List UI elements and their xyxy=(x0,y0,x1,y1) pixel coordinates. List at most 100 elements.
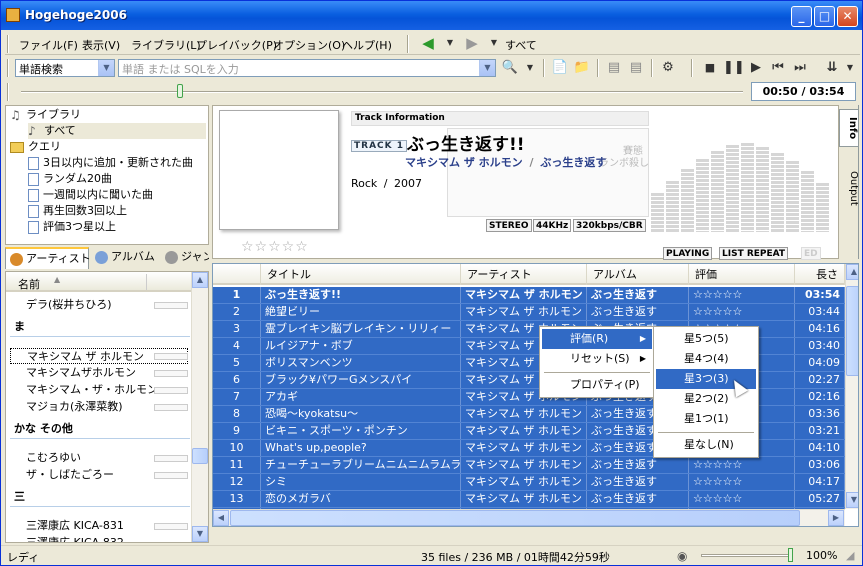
table-row[interactable]: 1 ぶっ生き返す!! マキシマム ザ ホルモン ぶっ生き返す ☆☆☆☆☆ 03:54 xyxy=(213,287,845,304)
list-item[interactable]: 三澤康広 KICA-832 xyxy=(26,535,124,542)
table-scrollbar[interactable]: ▲ ▼ xyxy=(845,264,858,509)
time-display: 00:50 / 03:54 xyxy=(751,82,856,101)
list-item[interactable]: マキシマム・ザ・ホルモン xyxy=(26,382,158,398)
menu-item-5-stars[interactable]: 星5つ(5) xyxy=(656,329,756,349)
column-rating[interactable]: 評価 xyxy=(689,264,795,285)
search-input[interactable]: 単語 または SQLを入力 ▼ xyxy=(118,59,496,77)
table-row[interactable]: 13 恋のメガラバ マキシマム ザ ホルモン ぶっ生き返す ☆☆☆☆☆ 05:27 xyxy=(213,491,845,508)
list-item[interactable]: 三澤康広 KICA-831 xyxy=(26,518,124,534)
tab-genre[interactable]: ジャンル xyxy=(161,247,209,269)
volume-icon[interactable]: ◉ xyxy=(677,549,687,563)
volume-slider[interactable] xyxy=(701,554,791,557)
volume-handle[interactable] xyxy=(788,548,793,562)
menu-item-rating[interactable]: 評価(R) ▶ xyxy=(542,329,652,349)
title-bar[interactable]: Hogehoge2006 _ □ ✕ xyxy=(1,1,862,30)
scroll-up-icon[interactable]: ▲ xyxy=(192,272,208,288)
search-dropdown-icon[interactable]: ▼ xyxy=(521,59,539,77)
column-number[interactable] xyxy=(213,264,261,285)
list-item[interactable]: こむろゆい xyxy=(26,450,81,466)
minimize-button[interactable]: _ xyxy=(791,6,812,27)
table-row[interactable]: 12 シミ マキシマム ザ ホルモン ぶっ生き返す ☆☆☆☆☆ 04:17 xyxy=(213,474,845,491)
chevron-down-icon[interactable]: ▼ xyxy=(479,60,495,76)
panel-icon[interactable]: ▤ xyxy=(605,59,623,77)
menu-library[interactable]: ライブラリ(L) xyxy=(131,37,201,53)
tree-query-item[interactable]: ランダム20曲 xyxy=(28,171,112,187)
menu-item-reset[interactable]: リセット(S) ▶ xyxy=(542,349,652,369)
column-title[interactable]: タイトル xyxy=(261,264,461,285)
scroll-up-icon[interactable]: ▲ xyxy=(846,264,858,280)
tree-library[interactable]: ♫ ライブラリ xyxy=(10,107,81,123)
previous-icon[interactable]: ⏮ xyxy=(769,59,787,77)
forward-dropdown-icon[interactable]: ▼ xyxy=(485,34,503,52)
table-row[interactable]: 2 絶望ビリー マキシマム ザ ホルモン ぶっ生き返す ☆☆☆☆☆ 03:44 xyxy=(213,304,845,321)
scroll-down-icon[interactable]: ▼ xyxy=(192,526,208,542)
scroll-down-icon[interactable]: ▼ xyxy=(846,492,858,508)
cell-artist: マキシマム ザ ホルモン xyxy=(461,457,587,473)
menu-item-1-star[interactable]: 星1つ(1) xyxy=(656,409,756,429)
menu-item-properties[interactable]: プロパティ(P) xyxy=(542,375,652,395)
maximize-button[interactable]: □ xyxy=(814,6,835,27)
cell-title: 恋のメガラバ xyxy=(261,491,461,507)
back-icon[interactable]: ◀ xyxy=(419,34,437,52)
list-item[interactable]: ザ・しばたごろー xyxy=(26,467,114,483)
sort-dropdown-icon[interactable]: ▼ xyxy=(841,59,859,77)
scroll-thumb[interactable] xyxy=(192,448,208,464)
tree-query[interactable]: クエリ xyxy=(10,139,61,155)
tab-info[interactable]: Info xyxy=(839,109,859,147)
tree-query-item[interactable]: 評価3つ星以上 xyxy=(28,219,116,235)
tab-output[interactable]: Output xyxy=(839,165,859,211)
seek-handle[interactable] xyxy=(176,84,183,98)
list-item[interactable]: デラ(桜井ちひろ) xyxy=(26,297,112,313)
folder-icon[interactable]: 📁 xyxy=(573,59,591,77)
cell-title: ルイジアナ・ボブ xyxy=(261,338,461,354)
new-file-icon[interactable]: 📄 xyxy=(551,59,569,77)
column-artist[interactable]: アーティスト xyxy=(461,264,587,285)
gear-icon xyxy=(165,251,178,264)
cell-title: ぶっ生き返す!! xyxy=(261,287,461,303)
cell-number: 10 xyxy=(213,440,261,456)
artist-scrollbar[interactable]: ▲ ▼ xyxy=(191,272,208,542)
side-tabs: Info Output xyxy=(839,105,859,259)
menu-playback[interactable]: プレイバック(P) xyxy=(196,37,277,53)
tab-album[interactable]: アルバム xyxy=(91,247,161,269)
sort-icon[interactable]: ⇊ xyxy=(823,59,841,77)
forward-icon[interactable]: ▶ xyxy=(463,34,481,52)
tree-query-item[interactable]: 一週間以内に聞いた曲 xyxy=(28,187,153,203)
table-hscrollbar[interactable]: ◀ ▶ xyxy=(213,509,845,526)
rating-stars[interactable]: ☆☆☆☆☆ xyxy=(241,239,309,255)
menu-file[interactable]: ファイル(F) xyxy=(19,37,78,53)
menu-item-no-stars[interactable]: 星なし(N) xyxy=(656,435,756,455)
column-album[interactable]: アルバム xyxy=(587,264,689,285)
menu-help[interactable]: ヘルプ(H) xyxy=(342,37,392,53)
panel-alt-icon[interactable]: ▤ xyxy=(627,59,645,77)
search-mode-select[interactable]: 単語検索 ▼ xyxy=(15,59,115,77)
list-item[interactable]: マジョカ(永澤菜教) xyxy=(26,399,123,415)
table-row[interactable]: 11チューチューラブリームニムニムラムラプリン...マキシマム ザ ホルモンぶっ… xyxy=(213,457,845,474)
spectrum-visualizer xyxy=(651,126,841,232)
tree-all[interactable]: ♪ すべて xyxy=(28,123,206,139)
menu-view[interactable]: 表示(V) xyxy=(82,37,120,53)
settings-icon[interactable]: ⚙ xyxy=(659,59,677,77)
pause-icon[interactable]: ❚❚ xyxy=(723,59,745,77)
close-button[interactable]: ✕ xyxy=(837,6,858,27)
scroll-right-icon[interactable]: ▶ xyxy=(828,510,844,526)
hscroll-thumb[interactable] xyxy=(230,510,800,526)
artist-list-header[interactable]: 名前 ▲ xyxy=(6,272,192,292)
play-icon[interactable]: ▶ xyxy=(747,59,765,77)
tree-query-item[interactable]: 再生回数3回以上 xyxy=(28,203,127,219)
seek-slider[interactable] xyxy=(21,91,743,93)
menu-options[interactable]: オプション(O) xyxy=(273,37,345,53)
scroll-thumb[interactable] xyxy=(846,286,858,376)
resize-grip-icon[interactable]: ◢ xyxy=(846,549,854,562)
column-length[interactable]: 長さ xyxy=(795,264,845,285)
chevron-down-icon[interactable]: ▼ xyxy=(98,60,114,76)
scroll-left-icon[interactable]: ◀ xyxy=(213,510,229,526)
next-icon[interactable]: ⏭ xyxy=(791,59,809,77)
back-dropdown-icon[interactable]: ▼ xyxy=(441,34,459,52)
search-icon[interactable]: 🔍 xyxy=(501,59,519,77)
tree-query-item[interactable]: 3日以内に追加・更新された曲 xyxy=(28,155,193,171)
list-item[interactable]: マキシマムザホルモン xyxy=(26,365,136,381)
stop-icon[interactable]: ■ xyxy=(701,59,719,77)
tab-artist[interactable]: アーティスト xyxy=(5,247,91,269)
menu-item-4-stars[interactable]: 星4つ(4) xyxy=(656,349,756,369)
